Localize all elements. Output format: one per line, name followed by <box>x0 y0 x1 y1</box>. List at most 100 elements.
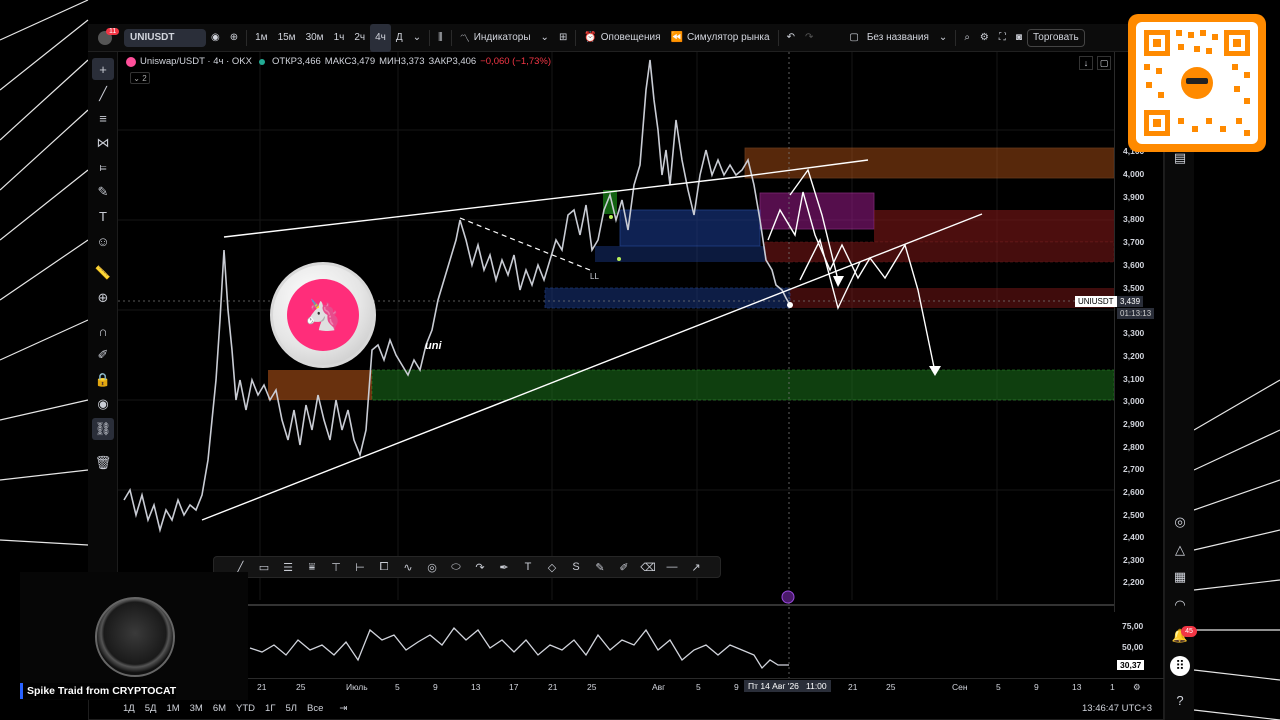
apps-grid-icon[interactable]: ⠿ <box>1170 656 1190 676</box>
time-tick: 21 <box>257 682 267 692</box>
help-icon[interactable]: ? <box>1170 690 1190 710</box>
brush-tool-icon[interactable]: ✐ <box>612 557 636 577</box>
crosshair-date-label: Пт 14 Авг '26 <box>744 680 803 692</box>
path-icon[interactable]: ∿ <box>396 557 420 577</box>
osc-current-value: 30,37 <box>1117 660 1145 670</box>
circle-icon[interactable]: ◎ <box>420 557 444 577</box>
time-tick: 5 <box>696 682 701 692</box>
price-tick: 3,800 <box>1123 214 1145 224</box>
time-tick: 13 <box>471 682 481 692</box>
ray-icon[interactable]: ↗ <box>684 557 708 577</box>
event-marker-icon[interactable] <box>781 590 795 604</box>
legend-close: ЗАКР3,406 <box>428 56 477 67</box>
time-axis[interactable]: 21 25 Июль 5 9 13 17 21 25 Авг 5 9 Пт 14… <box>118 678 1164 694</box>
uniswap-coin-image: 🦄 <box>270 262 376 368</box>
fib-extension-icon[interactable]: ⩸ <box>300 557 324 577</box>
price-tick: 3,100 <box>1123 374 1145 384</box>
price-tick: 2,900 <box>1123 419 1145 429</box>
utc-clock[interactable]: 13:46:47 UTC+3 <box>1082 703 1152 714</box>
calendar-icon[interactable]: ▦ <box>1170 567 1190 587</box>
ideas-icon[interactable]: △ <box>1170 540 1190 560</box>
axis-settings-icon[interactable]: ⚙ <box>1133 682 1141 693</box>
range-1d[interactable]: 1Д <box>118 703 140 714</box>
date-range-icon[interactable]: ⇥ <box>334 703 352 714</box>
pattern-tool-icon[interactable]: ◇ <box>540 557 564 577</box>
broadcast-icon[interactable]: ◠ <box>1170 595 1190 615</box>
current-price-tag: 3,439 <box>1117 296 1144 307</box>
comment-icon[interactable]: ▭ <box>252 557 276 577</box>
zone-red-3[interactable] <box>790 288 1114 308</box>
market-open-icon <box>258 58 265 65</box>
range-5d[interactable]: 5Д <box>140 703 162 714</box>
text-tool-icon[interactable]: T <box>516 557 540 577</box>
time-tick: 9 <box>433 682 438 692</box>
dashed-line[interactable] <box>459 217 591 271</box>
legend-change: −0,060 (−1,73%) <box>480 56 551 67</box>
fib-retracement-icon[interactable]: ☰ <box>276 557 300 577</box>
curve-icon[interactable]: S <box>564 557 588 577</box>
qr-code <box>1136 22 1258 144</box>
price-tick: 3,300 <box>1123 328 1145 338</box>
oscillator-line <box>249 626 789 670</box>
range-6m[interactable]: 6М <box>208 703 231 714</box>
highlighter-icon[interactable]: ✎ <box>588 557 612 577</box>
osc-level-75: 75,00 <box>1122 621 1144 631</box>
price-tick: 3,500 <box>1123 283 1145 293</box>
range-all[interactable]: Все <box>302 703 328 714</box>
supply-zone-orange[interactable] <box>744 147 1115 179</box>
zone-orange-low[interactable] <box>268 370 372 400</box>
floating-drawing-toolbar: ╱ ▭ ☰ ⩸ ⊤ ⊢ ⧠ ∿ ◎ ⬭ ↷ ✒ T ◇ S ✎ ✐ ⌫ — ↗ <box>213 556 721 578</box>
legend-pair[interactable]: Uniswap/USDT · 4ч · OKX <box>140 56 252 67</box>
ellipse-icon[interactable]: ⬭ <box>444 557 468 577</box>
time-tick: 9 <box>734 682 739 692</box>
time-tick: 13 <box>1072 682 1082 692</box>
marker-dot <box>617 257 621 261</box>
demand-zone-blue-3[interactable] <box>544 287 791 309</box>
range-1y[interactable]: 1Г <box>260 703 280 714</box>
horizontal-line-icon[interactable]: — <box>660 557 684 577</box>
price-range-icon[interactable]: ⊢ <box>348 557 372 577</box>
pen-icon[interactable]: ✒ <box>492 557 516 577</box>
indicators-collapse[interactable]: ⌄ 2 <box>130 72 150 84</box>
eraser-icon[interactable]: ⌫ <box>636 557 660 577</box>
range-ytd[interactable]: YTD <box>231 703 260 714</box>
rectangle-icon[interactable]: ⧠ <box>372 557 396 577</box>
bar-countdown: 01:13:13 <box>1117 308 1155 319</box>
qr-pattern <box>1144 30 1250 136</box>
time-tick: 1 <box>1110 682 1115 692</box>
target-icon[interactable]: ◎ <box>1170 512 1190 532</box>
chart-annotation-ll[interactable]: LL <box>590 272 599 281</box>
price-tick: 3,000 <box>1123 396 1145 406</box>
arc-icon[interactable]: ↷ <box>468 557 492 577</box>
time-tick: 25 <box>886 682 896 692</box>
range-1m[interactable]: 1М <box>161 703 184 714</box>
time-tick: 9 <box>1034 682 1039 692</box>
chart-annotation-uni[interactable]: uni <box>425 340 442 352</box>
chevron-icon: ⌄ <box>133 73 143 83</box>
uniswap-logo-icon <box>126 56 136 67</box>
demand-zone-green[interactable] <box>371 369 1115 401</box>
demand-zone-blue[interactable] <box>619 209 761 247</box>
legend-open: ОТКР3,466 <box>271 56 321 67</box>
time-tick: 5 <box>996 682 1001 692</box>
notifications-badge: 45 <box>1181 626 1197 637</box>
time-tick: 25 <box>296 682 306 692</box>
time-tick: Сен <box>952 682 968 692</box>
chart-legend: Uniswap/USDT · 4ч · OKX ОТКР3,466 МАКС3,… <box>126 56 551 67</box>
unicorn-icon: 🦄 <box>287 279 359 351</box>
time-tick: 25 <box>587 682 597 692</box>
indicator-count: 2 <box>142 73 147 83</box>
range-3m[interactable]: 3М <box>185 703 208 714</box>
time-tick: Июль <box>346 682 368 692</box>
legend-high: МАКС3,479 <box>324 56 376 67</box>
range-5y[interactable]: 5Л <box>280 703 302 714</box>
price-tick: 4,000 <box>1123 169 1145 179</box>
price-tick: 2,200 <box>1123 577 1145 587</box>
osc-level-50: 50,00 <box>1122 642 1144 652</box>
maximize-pane-icon[interactable]: ▢ <box>1097 56 1111 70</box>
text-anchor-icon[interactable]: ⊤ <box>324 557 348 577</box>
download-icon[interactable]: ↓ <box>1079 56 1093 70</box>
supply-zone-red[interactable] <box>874 210 1114 242</box>
price-tick: 3,200 <box>1123 351 1145 361</box>
marker-dot <box>609 215 613 219</box>
